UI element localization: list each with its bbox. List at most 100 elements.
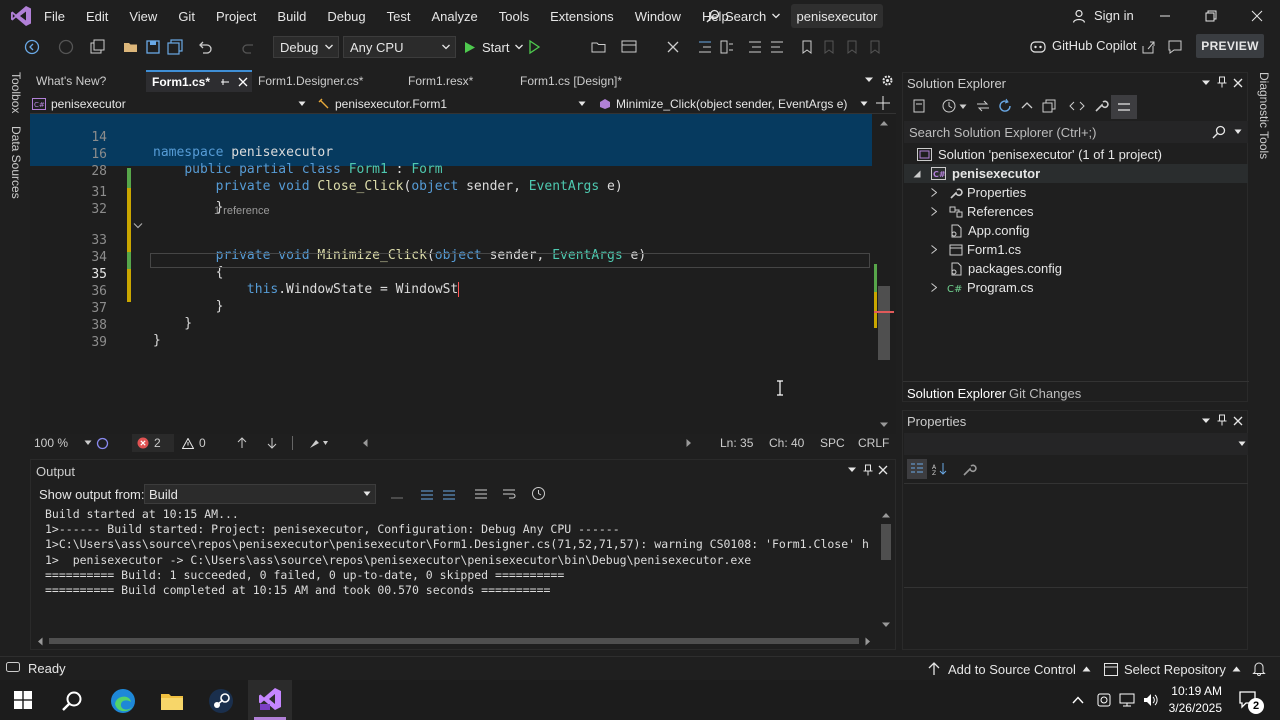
panel-menu-icon[interactable] — [847, 467, 857, 473]
whitespace-indicator[interactable]: SPC — [820, 436, 845, 450]
member-dropdown[interactable]: Minimize_Click(object sender, EventArgs … — [598, 94, 872, 113]
solution-configuration-dropdown[interactable]: Debug — [273, 36, 339, 58]
github-copilot-button[interactable]: GitHub Copilot — [1030, 38, 1137, 53]
project-dropdown[interactable]: C# penisexecutor — [32, 94, 310, 113]
sticky-line[interactable]: 28 private void Close_Click(object sende… — [30, 149, 872, 194]
output-source-dropdown[interactable]: Build — [144, 484, 376, 504]
tab-form1-resx[interactable]: Form1.resx* — [402, 70, 514, 92]
menu-tools[interactable]: Tools — [499, 9, 529, 24]
visual-studio-taskbar-button[interactable] — [248, 680, 292, 720]
sticky-scroll-header[interactable]: 14 namespace penisexecutor 16 public par… — [30, 114, 872, 194]
previous-message-icon[interactable] — [419, 487, 435, 501]
previous-bookmark-icon[interactable] — [820, 38, 838, 56]
chevron-down-icon[interactable] — [84, 440, 92, 446]
wrench-icon[interactable] — [1093, 98, 1109, 114]
packages-config-node[interactable]: packages.config — [949, 259, 1062, 278]
program-cs-node[interactable]: C# Program.cs — [931, 278, 1033, 297]
tab-form1-design[interactable]: Form1.cs [Design]* — [514, 70, 664, 92]
refresh-icon[interactable] — [997, 98, 1013, 114]
code-line-33[interactable]: 33 private void Minimize_Click(object se… — [30, 218, 872, 263]
close-icon[interactable] — [1233, 78, 1243, 88]
redo-icon[interactable] — [240, 38, 258, 56]
clear-all-icon[interactable] — [473, 487, 489, 501]
alphabetical-sort-icon[interactable]: AZ — [932, 462, 948, 476]
outdent-icon[interactable] — [718, 38, 736, 56]
tab-list-dropdown-icon[interactable] — [864, 77, 874, 83]
tray-app-icon[interactable] — [1096, 692, 1112, 708]
class-dropdown[interactable]: penisexecutor.Form1 — [318, 94, 590, 113]
visual-studio-logo-icon[interactable] — [10, 5, 32, 27]
toolbox-tab[interactable]: Toolbox — [9, 72, 23, 113]
pin-icon[interactable] — [863, 464, 873, 476]
diagnostic-tools-tab[interactable]: Diagnostic Tools — [1257, 72, 1271, 159]
code-line-36[interactable]: 36 } — [30, 269, 872, 314]
close-icon[interactable] — [878, 465, 888, 475]
volume-icon[interactable] — [1142, 692, 1160, 708]
new-project-icon[interactable] — [88, 38, 106, 56]
taskbar-clock-time[interactable]: 10:19 AM — [1170, 684, 1222, 698]
properties-node[interactable]: Properties — [931, 183, 1026, 202]
share-icon[interactable] — [1140, 38, 1158, 56]
taskbar-clock-date[interactable]: 3/26/2025 — [1164, 701, 1222, 715]
word-wrap-icon[interactable] — [501, 487, 517, 501]
layout-icon[interactable] — [620, 38, 638, 56]
editor-vertical-scrollbar[interactable] — [872, 114, 896, 434]
categorized-view-button[interactable] — [907, 459, 927, 479]
references-node[interactable]: References — [931, 202, 1033, 221]
restore-window-icon[interactable] — [1201, 6, 1221, 26]
save-icon[interactable] — [144, 38, 162, 56]
scroll-up-icon[interactable] — [881, 512, 891, 518]
pending-changes-filter-icon[interactable] — [941, 98, 957, 114]
scroll-down-icon[interactable] — [881, 622, 891, 628]
tab-git-changes[interactable]: Git Changes — [1009, 386, 1081, 401]
search-button[interactable]: Search — [706, 6, 781, 26]
split-editor-icon[interactable] — [876, 96, 890, 110]
tab-form1-designer-cs[interactable]: Form1.Designer.cs* — [252, 70, 402, 92]
indent-icon[interactable] — [696, 38, 714, 56]
output-vertical-scrollbar[interactable] — [877, 510, 895, 630]
bookmark-icon[interactable] — [798, 38, 816, 56]
scroll-left-icon[interactable] — [362, 438, 368, 448]
next-bookmark-icon[interactable] — [843, 38, 861, 56]
line-indicator[interactable]: Ln: 35 — [720, 436, 753, 450]
gear-icon[interactable] — [881, 74, 894, 87]
output-log[interactable]: Build started at 10:15 AM... 1>------ Bui… — [45, 507, 877, 598]
start-debugging-button[interactable]: Start — [464, 36, 524, 58]
navigate-back-icon[interactable] — [23, 38, 41, 56]
next-message-icon[interactable] — [441, 487, 457, 501]
scroll-right-icon[interactable] — [865, 637, 871, 646]
column-indicator[interactable]: Ch: 40 — [769, 436, 804, 450]
undo-icon[interactable] — [196, 38, 214, 56]
solution-platform-dropdown[interactable]: Any CPU — [343, 36, 456, 58]
code-line-37[interactable]: 37 } — [30, 286, 872, 331]
panel-menu-icon[interactable] — [1201, 80, 1211, 86]
pin-icon[interactable] — [1217, 414, 1227, 426]
code-line-34[interactable]: 34 { — [30, 235, 872, 280]
scroll-down-icon[interactable] — [879, 422, 889, 428]
navigate-forward-icon[interactable] — [57, 38, 75, 56]
preview-badge[interactable]: PREVIEW — [1196, 34, 1264, 58]
sign-in-button[interactable]: Sign in — [1072, 8, 1134, 23]
notifications-bell-icon[interactable] — [1252, 661, 1266, 676]
line-ending-indicator[interactable]: CRLF — [858, 436, 889, 450]
show-hidden-icons-chevron-icon[interactable] — [1072, 696, 1084, 704]
menu-git[interactable]: Git — [178, 9, 195, 24]
property-pages-icon[interactable] — [961, 462, 977, 476]
add-to-source-control-button[interactable]: Add to Source Control — [928, 659, 1091, 679]
sticky-line[interactable]: 16 public partial class Form1 : Form — [30, 132, 872, 177]
save-all-icon[interactable] — [166, 38, 184, 56]
view-code-icon[interactable] — [1069, 98, 1085, 114]
scroll-up-icon[interactable] — [879, 120, 889, 126]
uncomment-lines-icon[interactable] — [768, 38, 786, 56]
windows-start-icon[interactable] — [14, 691, 32, 709]
form1-cs-node[interactable]: Form1.cs — [931, 240, 1021, 259]
menu-window[interactable]: Window — [635, 9, 681, 24]
clear-bookmarks-icon[interactable] — [866, 38, 884, 56]
file-explorer-icon[interactable] — [160, 690, 184, 712]
code-line-35[interactable]: 35 this.WindowState = WindowSt — [30, 252, 872, 297]
edge-browser-icon[interactable] — [110, 688, 136, 714]
open-folder-icon[interactable] — [122, 38, 140, 56]
code-line-39[interactable]: 39 — [30, 320, 872, 350]
scroll-thumb[interactable] — [881, 524, 891, 560]
code-line-38[interactable]: 38 } — [30, 303, 872, 348]
